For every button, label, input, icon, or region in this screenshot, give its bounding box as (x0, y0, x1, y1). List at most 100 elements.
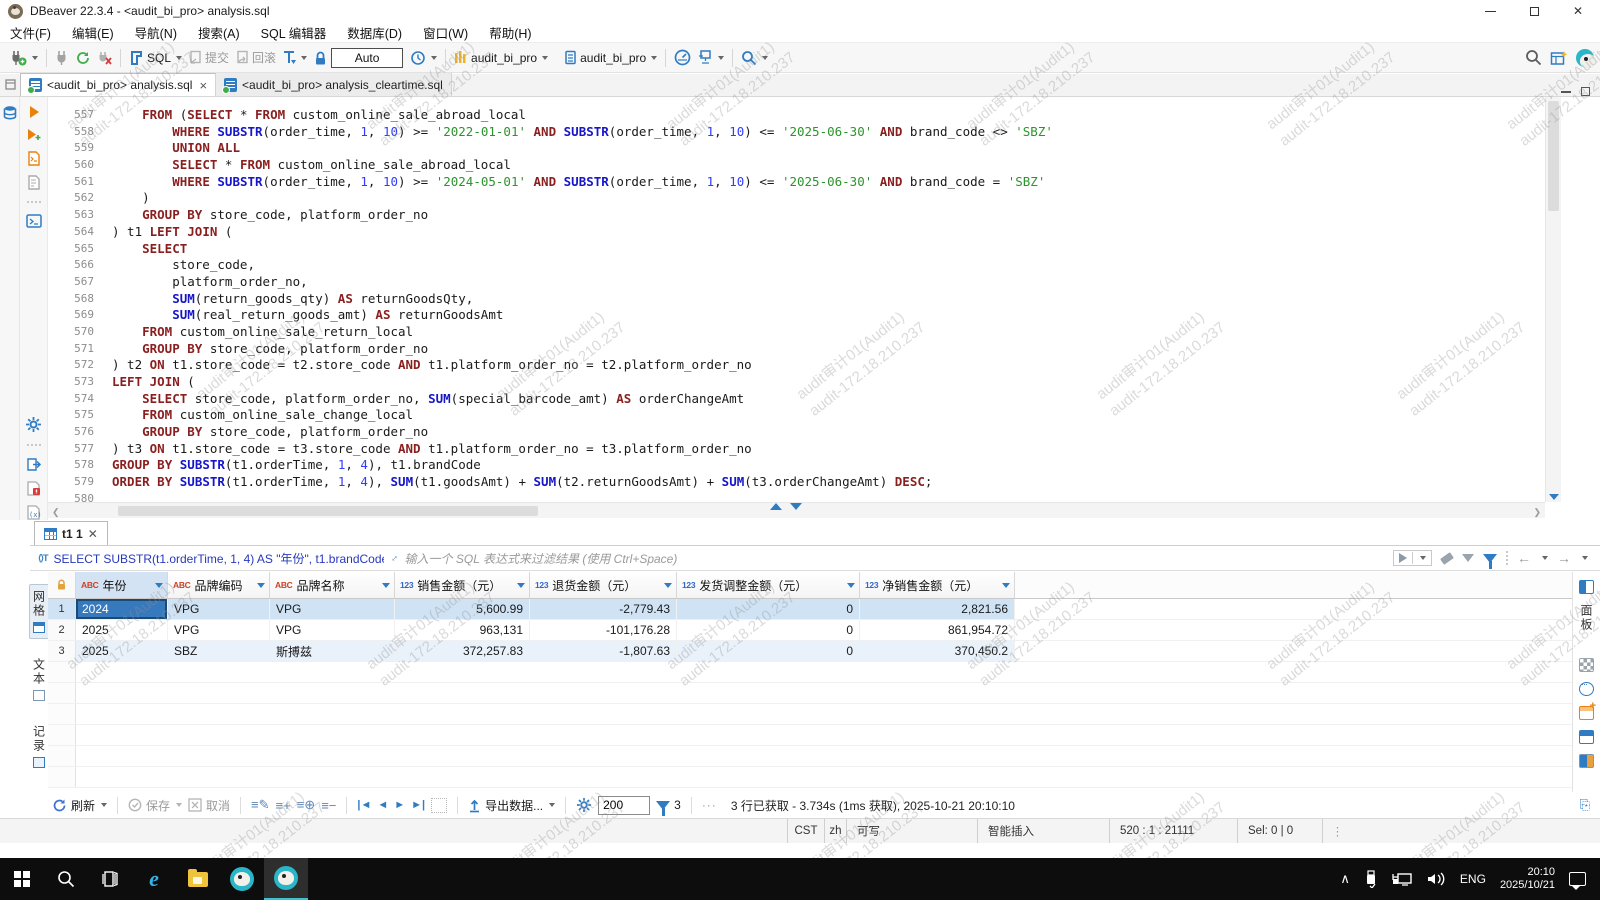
scroll-left-icon[interactable]: ❮ (52, 507, 60, 518)
table-cell[interactable]: 2,821.56 (860, 599, 1015, 619)
menu-item[interactable]: 数据库(D) (347, 23, 402, 42)
sql-editor[interactable]: 557 FROM (SELECT * FROM custom_online_sa… (48, 97, 1545, 502)
splitter-collapse-controls[interactable] (770, 503, 802, 510)
collapse-up-icon[interactable] (770, 503, 782, 510)
results-tab[interactable]: t1 1 ✕ (34, 521, 108, 545)
reconnect-button[interactable] (72, 48, 94, 68)
quick-access-search-icon[interactable] (1525, 49, 1542, 66)
sql-editor-button[interactable]: SQL (126, 48, 185, 68)
menu-item[interactable]: 搜索(A) (198, 23, 240, 42)
server-monitor-button[interactable] (694, 48, 727, 67)
panels-layout-icon[interactable] (1579, 730, 1594, 744)
filter-placeholder[interactable]: 输入一个 SQL 表达式来过滤结果 (使用 Ctrl+Space) (405, 550, 678, 567)
scrollbar-thumb[interactable] (118, 506, 538, 516)
history-back-icon[interactable]: ← (1517, 550, 1531, 566)
explain-plan-icon[interactable] (26, 175, 41, 190)
add-row-icon[interactable]: ≡+ (276, 798, 291, 813)
results-view-tab-grid[interactable]: 网格 (29, 584, 50, 639)
usb-tray-icon[interactable] (1364, 870, 1378, 888)
taskbar-clock[interactable]: 20:10 2025/10/21 (1500, 866, 1555, 892)
history-forward-icon[interactable]: → (1557, 550, 1571, 566)
duplicate-row-icon[interactable]: ≡⊕ (297, 797, 315, 813)
disconnect-button[interactable] (94, 48, 115, 68)
close-button[interactable]: ✕ (1556, 0, 1600, 22)
table-cell[interactable]: SBZ (168, 641, 270, 661)
scroll-down-icon[interactable] (1549, 494, 1559, 500)
editor-vertical-scrollbar[interactable] (1545, 97, 1561, 502)
table-cell[interactable]: VPG (270, 620, 395, 640)
perspective-icon[interactable] (1550, 50, 1568, 66)
search-button[interactable] (738, 48, 771, 68)
speaker-tray-icon[interactable] (1426, 871, 1446, 887)
table-cell[interactable]: 2025 (76, 641, 168, 661)
menu-item[interactable]: 导航(N) (135, 23, 177, 42)
table-cell[interactable]: 372,257.83 (395, 641, 530, 661)
column-header[interactable]: ABC年份 (76, 572, 168, 598)
commit-button[interactable]: 提交 (185, 47, 232, 68)
table-cell[interactable]: 370,450.2 (860, 641, 1015, 661)
generate-mock-data-icon[interactable] (1579, 706, 1594, 720)
rollback-button[interactable]: 回滚 (232, 47, 279, 68)
table-cell[interactable]: 2024 (76, 599, 168, 619)
column-filter-arrow[interactable] (382, 583, 390, 588)
row-number[interactable]: 1 (48, 599, 76, 619)
restore-panel-icon[interactable] (0, 73, 20, 96)
table-cell[interactable]: 0 (677, 599, 860, 619)
filter-query-text[interactable]: SELECT SUBSTR(t1.orderTime, 1, 4) AS "年份… (54, 550, 384, 567)
table-cell[interactable]: 963,131 (395, 620, 530, 640)
variables-icon[interactable]: (x) (26, 505, 41, 520)
chevron-down-icon[interactable] (1582, 556, 1588, 560)
previous-row-button[interactable]: ◄ (377, 799, 388, 811)
file-explorer-icon[interactable] (176, 858, 220, 900)
apply-filter-button[interactable] (1393, 550, 1432, 566)
next-row-button[interactable]: ► (394, 799, 405, 811)
menu-item[interactable]: 窗口(W) (423, 23, 468, 42)
filter-icon[interactable] (1483, 554, 1497, 563)
column-header[interactable]: 123退货金额（元） (530, 572, 677, 598)
calc-panel-icon[interactable] (1579, 754, 1594, 768)
column-filter-arrow[interactable] (517, 583, 525, 588)
panel-label[interactable]: 面板 (1578, 604, 1595, 632)
value-viewer-icon[interactable] (1579, 658, 1594, 672)
column-filter-arrow[interactable] (664, 583, 672, 588)
column-filter-arrow[interactable] (257, 583, 265, 588)
column-header[interactable]: 123净销售金额（元） (860, 572, 1015, 598)
edit-cell-icon[interactable]: ≡✎ (251, 797, 269, 813)
sql-console-icon[interactable] (26, 214, 42, 228)
tray-chevron-icon[interactable]: ∧ (1340, 871, 1350, 887)
table-cell[interactable]: 2025 (76, 620, 168, 640)
column-header[interactable]: 123发货调整金额（元） (677, 572, 860, 598)
database-navigator-icon[interactable] (2, 105, 18, 121)
copy-result-icon[interactable]: ⎘ (1580, 797, 1590, 813)
delete-row-icon[interactable]: ≡− (321, 798, 336, 813)
column-header[interactable]: 123销售金额（元） (395, 572, 530, 598)
table-cell[interactable]: VPG (168, 620, 270, 640)
panel-toggle-icon[interactable] (1579, 580, 1594, 594)
collapse-down-icon[interactable] (790, 503, 802, 510)
execute-script-icon[interactable] (26, 151, 41, 166)
export-data-button[interactable]: 导出数据... (468, 797, 555, 814)
action-center-icon[interactable] (1569, 872, 1586, 886)
start-button[interactable] (0, 858, 44, 900)
column-filter-arrow[interactable] (1002, 583, 1010, 588)
filter-settings-icon[interactable] (1462, 554, 1474, 562)
save-button[interactable]: 保存 (128, 797, 182, 814)
table-cell[interactable]: 0 (677, 641, 860, 661)
column-header[interactable]: ABC品牌编码 (168, 572, 270, 598)
table-cell[interactable]: 861,954.72 (860, 620, 1015, 640)
column-header[interactable]: ABC品牌名称 (270, 572, 395, 598)
first-row-button[interactable]: |◄ (357, 799, 371, 811)
maximize-button[interactable] (1512, 0, 1556, 22)
table-cell[interactable]: -101,176.28 (530, 620, 677, 640)
network-tray-icon[interactable] (1392, 871, 1412, 887)
database-selector[interactable]: audit_bi_pro (561, 48, 660, 67)
fetch-all-button[interactable]: 3 (656, 798, 681, 812)
new-connection-button[interactable] (6, 48, 41, 68)
commit-mode-combobox[interactable]: Auto (331, 48, 403, 68)
scroll-right-icon[interactable]: ❯ (1533, 507, 1541, 518)
dashboard-button[interactable] (671, 47, 694, 68)
editor-tab[interactable]: <audit_bi_pro> analysis.sql× (20, 73, 216, 96)
dbeaver-taskbar-icon-active[interactable] (264, 858, 308, 900)
close-tab-icon[interactable]: × (199, 78, 207, 93)
taskbar-search-icon[interactable] (44, 858, 88, 900)
